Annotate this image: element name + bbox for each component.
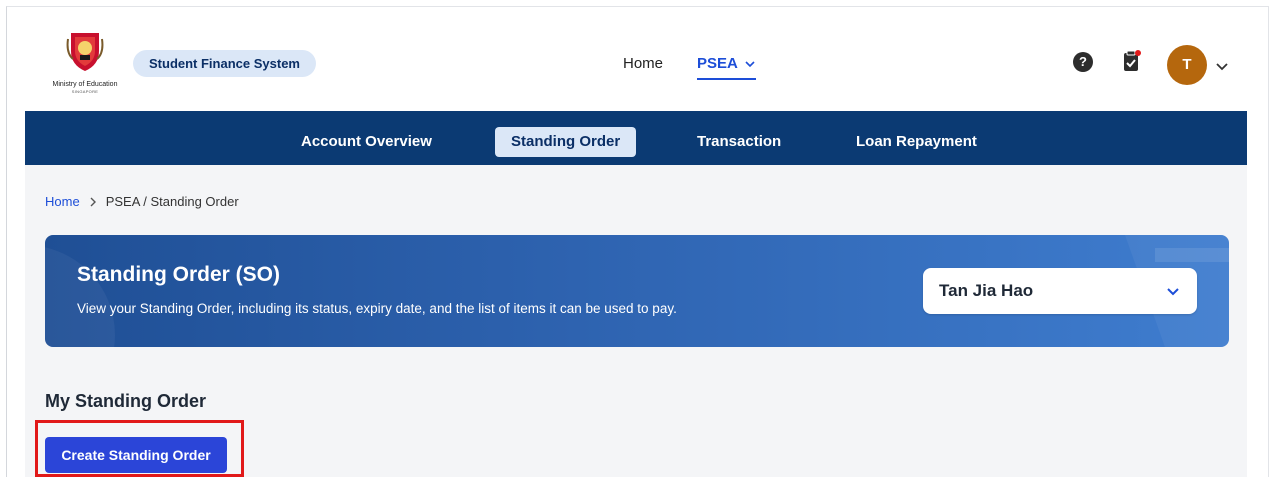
nav-psea-label: PSEA [697,55,738,72]
selected-student-name: Tan Jia Hao [939,281,1034,300]
chevron-down-icon [1167,288,1179,296]
page-description: View your Standing Order, including its … [77,301,677,316]
student-select-dropdown[interactable]: Tan Jia Hao [923,268,1197,314]
ministry-name: Ministry of Education [52,81,118,88]
tab-transaction[interactable]: Transaction [697,127,781,157]
page-banner: Standing Order (SO) View your Standing O… [45,235,1229,347]
ministry-country: SINGAPORE [71,89,99,94]
chevron-down-icon[interactable] [1215,59,1229,73]
tab-account-overview[interactable]: Account Overview [301,127,432,157]
help-icon[interactable]: ? [1073,52,1093,72]
top-header: Ministry of Education SINGAPORE Student … [25,7,1247,111]
main-content: Home PSEA / Standing Order Standing Orde… [25,165,1247,477]
ministry-logo[interactable]: Ministry of Education SINGAPORE [43,29,127,94]
breadcrumb: Home PSEA / Standing Order [45,194,239,209]
system-name-badge: Student Finance System [133,50,316,77]
tab-standing-order[interactable]: Standing Order [495,127,637,157]
ministry-crest-icon [66,33,104,71]
chevron-down-icon [745,60,755,67]
nav-home-link[interactable]: Home [623,55,663,72]
page-title: Standing Order (SO) [77,263,281,286]
sub-navigation-bar: Account Overview Standing Order Transact… [25,111,1247,165]
create-standing-order-button[interactable]: Create Standing Order [45,437,227,473]
section-title: My Standing Order [45,391,207,411]
breadcrumb-current: PSEA / Standing Order [105,194,239,209]
app-frame: Ministry of Education SINGAPORE Student … [6,6,1269,477]
clipboard-notification-icon[interactable] [1122,49,1142,73]
breadcrumb-home-link[interactable]: Home [45,194,80,209]
tab-loan-repayment[interactable]: Loan Repayment [856,127,977,157]
user-avatar[interactable]: T [1167,45,1207,85]
chevron-right-icon [90,197,96,206]
nav-psea-menu[interactable]: PSEA [697,55,756,80]
